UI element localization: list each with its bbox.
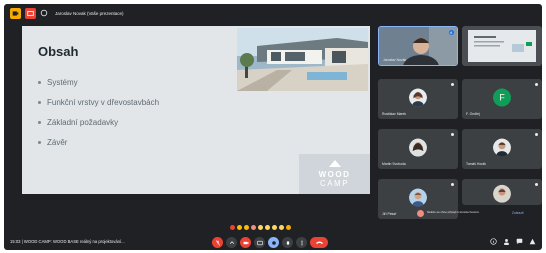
presentation-thumbnail bbox=[468, 30, 536, 62]
house-photo bbox=[237, 28, 368, 91]
presentation-slide: Obsah Systémy Funkční vrstvy v dřevostav… bbox=[22, 26, 370, 194]
chevron-up-icon bbox=[229, 240, 234, 244]
present-icon bbox=[271, 240, 276, 245]
participant-name: Jaroslav Novák bbox=[383, 58, 407, 62]
meeting-info: 15:03 | WOOD CAMP: WOOD BASE reálný na p… bbox=[10, 239, 125, 244]
participant-name: Rostislav Marek bbox=[382, 112, 407, 116]
notice-text: Někdo se chce připojit k tomuto hovoru bbox=[427, 210, 479, 215]
bottom-bar: 15:03 | WOOD CAMP: WOOD BASE reálný na p… bbox=[4, 235, 542, 250]
clap-reaction-icon[interactable] bbox=[251, 225, 256, 230]
participant-tile[interactable]: Tomáš Horák bbox=[462, 129, 542, 169]
camera-icon bbox=[243, 241, 248, 244]
leave-call-button[interactable] bbox=[310, 237, 328, 248]
present-button[interactable] bbox=[268, 237, 279, 248]
presenting-icon[interactable] bbox=[25, 7, 36, 19]
people-icon[interactable] bbox=[503, 238, 510, 245]
slide-bullet: Systémy bbox=[38, 72, 159, 92]
camera-toggle-button[interactable] bbox=[240, 237, 251, 248]
mic-off-icon bbox=[535, 83, 538, 86]
mic-off-icon bbox=[535, 133, 538, 136]
participant-tile[interactable] bbox=[462, 179, 542, 205]
participant-avatar bbox=[493, 184, 511, 203]
heart-reaction-icon[interactable] bbox=[230, 225, 235, 230]
activities-icon[interactable] bbox=[529, 238, 536, 245]
captions-button[interactable] bbox=[254, 237, 265, 248]
join-request-notice: Někdo se chce připojit k tomuto hovoru Z… bbox=[417, 207, 542, 219]
wood-camp-logo: WOOD CAMP bbox=[299, 154, 370, 194]
speaking-indicator-icon bbox=[449, 30, 454, 35]
participant-tile[interactable]: Rostislav Marek bbox=[378, 79, 458, 119]
participant-tile[interactable]: Martin Svoboda bbox=[378, 129, 458, 169]
participant-avatar bbox=[493, 138, 511, 157]
participant-tile-presentation[interactable] bbox=[462, 26, 542, 66]
slide-bullet: Závěr bbox=[38, 132, 159, 152]
captions-icon bbox=[256, 240, 263, 245]
info-icon[interactable] bbox=[490, 238, 497, 245]
leave-call-icon bbox=[315, 241, 323, 244]
party-reaction-icon[interactable] bbox=[244, 225, 249, 230]
surprised-reaction-icon[interactable] bbox=[265, 225, 270, 230]
presenter-icon bbox=[40, 9, 48, 17]
more-options-button[interactable] bbox=[296, 237, 307, 248]
participant-avatar bbox=[409, 188, 427, 207]
caret-button[interactable] bbox=[226, 237, 237, 248]
reactions-bar bbox=[230, 225, 291, 230]
participant-tile[interactable]: F F. Ondřej bbox=[462, 79, 542, 119]
participant-name: F. Ondřej bbox=[466, 112, 480, 116]
mic-off-icon bbox=[451, 133, 454, 136]
thumbs-up-reaction-icon[interactable] bbox=[237, 225, 242, 230]
participant-tile-speaker[interactable]: Jaroslav Novák bbox=[378, 26, 458, 66]
top-bar: Jaroslav Novak (Vaše prezentace) bbox=[4, 4, 542, 22]
participant-avatar-letter: F bbox=[493, 88, 511, 107]
chat-icon[interactable] bbox=[516, 238, 523, 245]
call-controls bbox=[212, 237, 328, 248]
side-controls bbox=[490, 238, 536, 245]
raise-hand-icon bbox=[286, 240, 289, 245]
meet-window: Jaroslav Novak (Vaše prezentace) Obsah S… bbox=[4, 4, 542, 250]
participant-name: Jiří Pekař bbox=[382, 212, 397, 216]
participant-avatar bbox=[409, 88, 427, 107]
sad-reaction-icon[interactable] bbox=[272, 225, 277, 230]
view-request-button[interactable]: Zobrazit bbox=[512, 211, 524, 215]
mic-off-icon bbox=[215, 239, 220, 246]
slide-bullet-list: Systémy Funkční vrstvy v dřevostavbách Z… bbox=[38, 72, 159, 152]
thumbs-down-reaction-icon[interactable] bbox=[286, 225, 291, 230]
participant-name: Tomáš Horák bbox=[466, 162, 486, 166]
thinking-reaction-icon[interactable] bbox=[279, 225, 284, 230]
mic-off-icon bbox=[451, 83, 454, 86]
raise-hand-button[interactable] bbox=[282, 237, 293, 248]
person-add-icon bbox=[417, 209, 424, 217]
mic-off-icon bbox=[451, 183, 454, 186]
slide-bullet: Funkční vrstvy v dřevostavbách bbox=[38, 92, 159, 112]
more-icon bbox=[300, 240, 303, 245]
mic-off-icon bbox=[535, 183, 538, 186]
app-icon bbox=[10, 7, 21, 19]
window-title: Jaroslav Novak (Vaše prezentace) bbox=[55, 10, 124, 16]
slide-title: Obsah bbox=[38, 44, 79, 59]
participant-avatar bbox=[409, 138, 427, 157]
participant-name: Martin Svoboda bbox=[382, 162, 406, 166]
slide-bullet: Základní požadavky bbox=[38, 112, 159, 132]
mic-toggle-button[interactable] bbox=[212, 237, 223, 248]
laugh-reaction-icon[interactable] bbox=[258, 225, 263, 230]
